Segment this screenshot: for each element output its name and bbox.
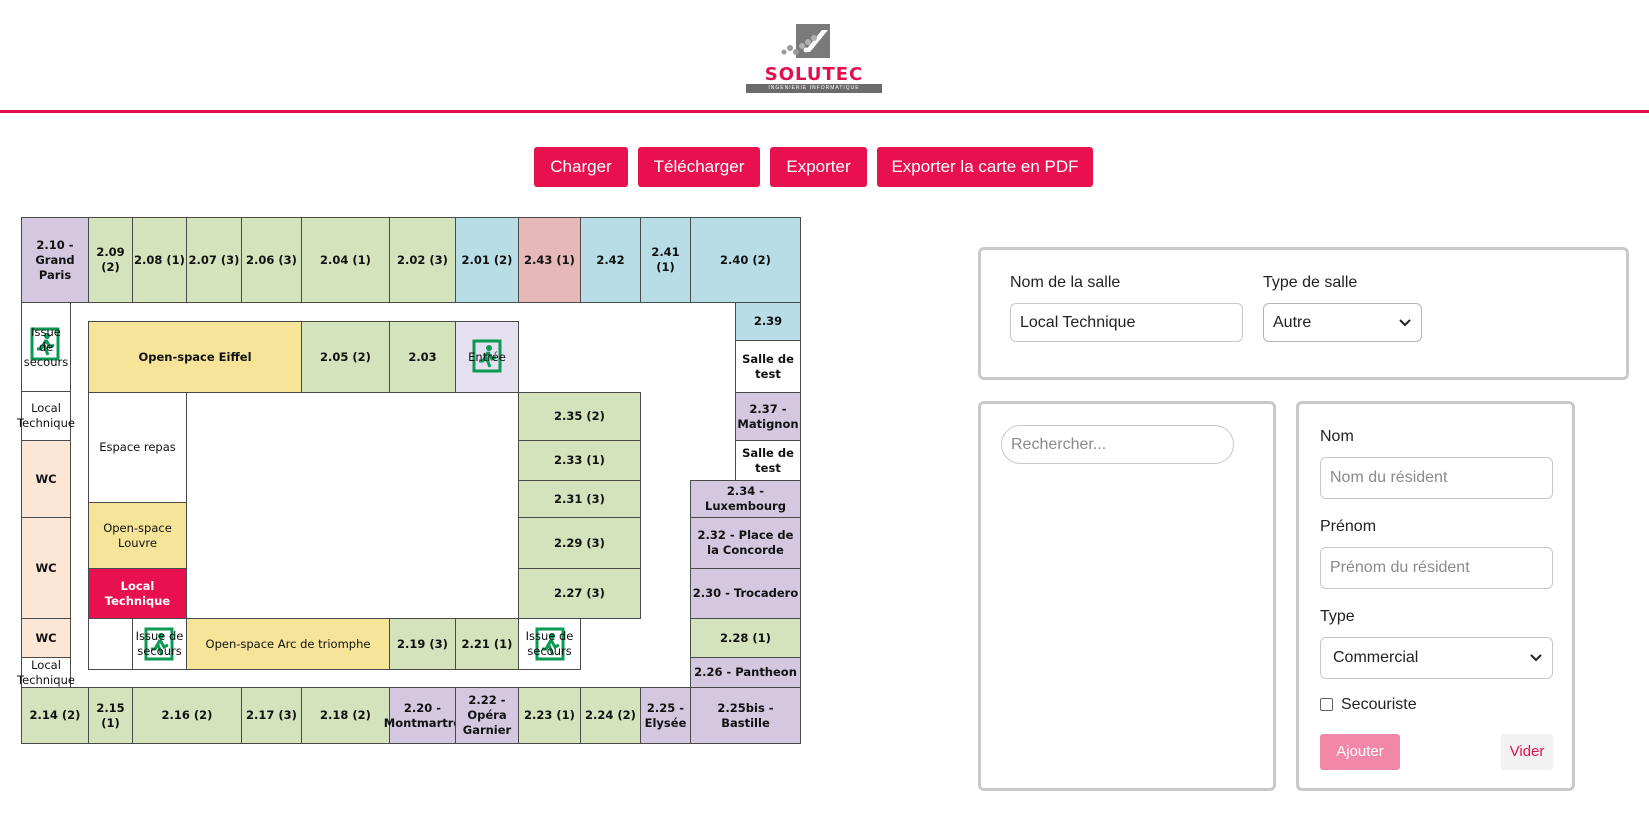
resident-type-select[interactable]: Commercial: [1320, 637, 1553, 679]
last-name-input[interactable]: Nom du résident: [1320, 457, 1553, 499]
room-local-technique-2[interactable]: Local Technique: [17, 657, 75, 688]
room-2-18[interactable]: 2.18 (2): [301, 687, 390, 744]
room-name-label: Nom de la salle: [1010, 274, 1121, 291]
room-espace-repas[interactable]: Espace repas: [88, 392, 187, 503]
room-wc-2[interactable]: WC: [21, 517, 71, 619]
room-2-16[interactable]: 2.16 (2): [132, 687, 242, 744]
room-wc-3[interactable]: WC: [21, 618, 71, 658]
room-type-select[interactable]: Autre: [1263, 303, 1422, 342]
chevron-down-icon: [1530, 654, 1542, 662]
room-2-42[interactable]: 2.42: [580, 217, 641, 303]
last-name-label: Nom: [1320, 428, 1354, 445]
resident-form-panel: Nom Nom du résident Prénom Prénom du rés…: [1296, 401, 1575, 791]
room-2-03[interactable]: 2.03: [389, 321, 456, 393]
room-2-22[interactable]: 2.22 - Opéra Garnier: [455, 687, 519, 744]
room-2-25bis[interactable]: 2.25bis - Bastille: [690, 687, 801, 744]
room-local-technique-selected[interactable]: Local Technique: [88, 568, 187, 619]
room-form-panel: Nom de la salle Local Technique Type de …: [978, 247, 1629, 380]
room-2-07[interactable]: 2.07 (3): [186, 217, 242, 303]
emergency-exit-icon: [472, 339, 502, 373]
add-button[interactable]: Ajouter: [1320, 734, 1400, 770]
room-2-29[interactable]: 2.29 (3): [518, 517, 641, 569]
first-name-label: Prénom: [1320, 518, 1377, 535]
room-2-25[interactable]: 2.25 - Elysée: [640, 687, 691, 744]
room-2-31[interactable]: 2.31 (3): [518, 480, 641, 518]
room-2-05[interactable]: 2.05 (2): [301, 321, 390, 393]
download-button[interactable]: Télécharger: [638, 147, 760, 187]
room-2-17[interactable]: 2.17 (3): [241, 687, 302, 744]
search-input[interactable]: Rechercher...: [1001, 425, 1234, 464]
room-wc-1[interactable]: WC: [21, 440, 71, 518]
emergency-exit-icon: [535, 627, 565, 661]
room-2-02[interactable]: 2.02 (3): [389, 217, 456, 303]
room-entree[interactable]: Entrée: [455, 321, 519, 393]
room-name-input[interactable]: Local Technique: [1010, 303, 1243, 342]
solutec-logo: SOLUTEC INGENIERIE INFORMATIQUE: [744, 22, 884, 94]
room-2-28[interactable]: 2.28 (1): [690, 618, 801, 658]
room-2-37[interactable]: 2.37 - Matignon: [735, 392, 801, 441]
room-2-09[interactable]: 2.09 (2): [88, 217, 133, 303]
room-2-15[interactable]: 2.15 (1): [88, 687, 133, 744]
room-2-34[interactable]: 2.34 - Luxembourg: [690, 480, 801, 518]
room-2-39[interactable]: 2.39: [735, 302, 801, 341]
room-type-label: Type de salle: [1263, 274, 1358, 291]
room-2-14[interactable]: 2.14 (2): [21, 687, 89, 744]
room-open-space-eiffel[interactable]: Open-space Eiffel: [88, 321, 302, 393]
room-2-08[interactable]: 2.08 (1): [132, 217, 187, 303]
room-open-space-arc-de-triomphe[interactable]: Open-space Arc de triomphe: [186, 618, 390, 670]
room-salle-de-test-2[interactable]: Salle de test: [735, 440, 801, 481]
room-blank[interactable]: [88, 618, 133, 670]
first-aider-checkbox[interactable]: [1320, 698, 1333, 711]
room-2-40[interactable]: 2.40 (2): [690, 217, 801, 303]
logo-wordmark: SOLUTEC: [764, 64, 864, 85]
first-aider-label: Secouriste: [1341, 696, 1417, 713]
export-pdf-button[interactable]: Exporter la carte en PDF: [877, 147, 1093, 187]
clear-button[interactable]: Vider: [1501, 734, 1553, 770]
room-2-35[interactable]: 2.35 (2): [518, 392, 641, 441]
room-2-10[interactable]: 2.10 - Grand Paris: [21, 217, 89, 303]
room-2-43[interactable]: 2.43 (1): [518, 217, 581, 303]
room-issue-de-secours-bottom-left[interactable]: Issue de secours: [132, 618, 187, 670]
room-2-33[interactable]: 2.33 (1): [518, 440, 641, 481]
room-2-23[interactable]: 2.23 (1): [518, 687, 581, 744]
room-open-space-louvre[interactable]: Open-space Louvre: [88, 502, 187, 569]
load-button[interactable]: Charger: [534, 147, 628, 187]
export-button[interactable]: Exporter: [770, 147, 867, 187]
room-2-04[interactable]: 2.04 (1): [301, 217, 390, 303]
room-2-20[interactable]: 2.20 - Montmartre: [384, 687, 461, 744]
room-issue-de-secours-bottom-right[interactable]: Issue de secours: [518, 618, 581, 670]
room-2-21[interactable]: 2.21 (1): [455, 618, 519, 670]
logo-tagline: INGENIERIE INFORMATIQUE: [746, 84, 882, 93]
room-2-41[interactable]: 2.41 (1): [640, 217, 691, 303]
residents-list-panel: Rechercher...: [978, 401, 1276, 791]
room-local-technique-1[interactable]: Local Technique: [17, 391, 75, 441]
chevron-down-icon: [1399, 318, 1411, 326]
room-2-06[interactable]: 2.06 (3): [241, 217, 302, 303]
emergency-exit-icon: [30, 327, 60, 361]
room-2-24[interactable]: 2.24 (2): [580, 687, 641, 744]
room-2-19[interactable]: 2.19 (3): [389, 618, 456, 670]
room-2-01[interactable]: 2.01 (2): [455, 217, 519, 303]
room-2-26[interactable]: 2.26 - Pantheon: [690, 657, 801, 688]
room-2-30[interactable]: 2.30 - Trocadero: [690, 568, 801, 619]
room-issue-de-secours-left[interactable]: Issue de secours: [21, 302, 71, 392]
resident-type-label: Type: [1320, 608, 1355, 625]
room-2-27[interactable]: 2.27 (3): [518, 568, 641, 619]
room-2-32[interactable]: 2.32 - Place de la Concorde: [690, 517, 801, 569]
first-name-input[interactable]: Prénom du résident: [1320, 547, 1553, 589]
header: SOLUTEC INGENIERIE INFORMATIQUE: [0, 0, 1649, 113]
emergency-exit-icon: [144, 627, 174, 661]
room-salle-de-test-1[interactable]: Salle de test: [735, 340, 801, 393]
